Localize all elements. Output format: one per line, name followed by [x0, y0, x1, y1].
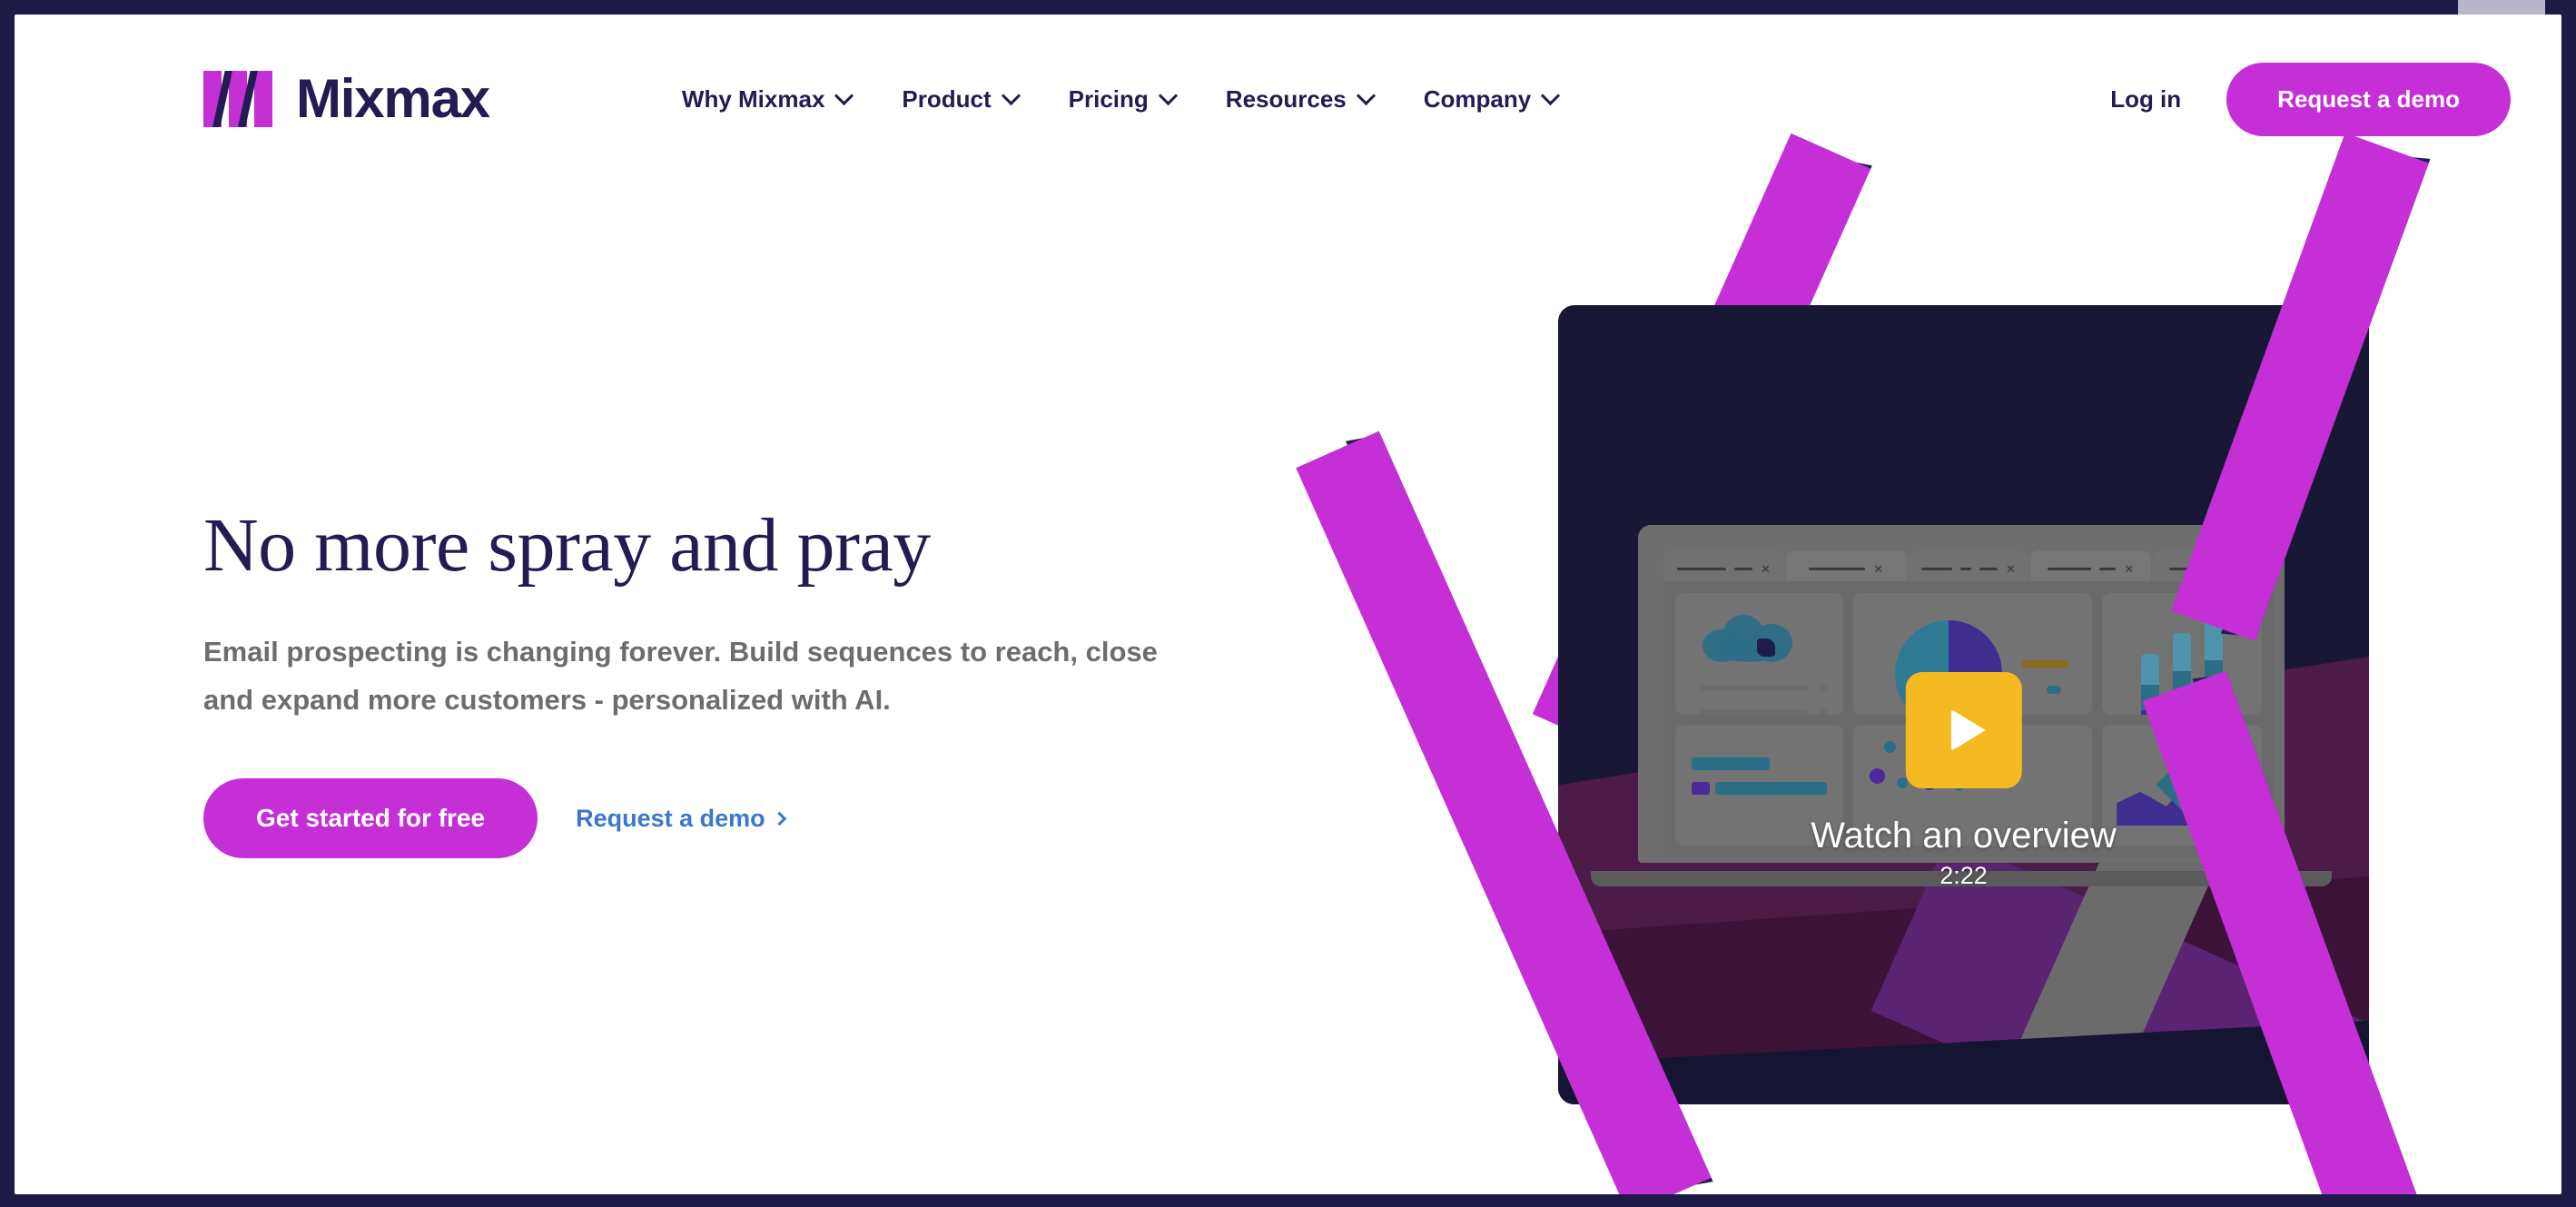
login-link[interactable]: Log in	[2110, 85, 2181, 114]
close-icon: ✕	[1760, 561, 1771, 576]
primary-nav: Why Mixmax Product Pricing Resources Com…	[681, 84, 1561, 114]
nav-item-label: Company	[1423, 84, 1532, 113]
nav-item-pricing[interactable]: Pricing	[1068, 84, 1178, 114]
chevron-right-icon	[772, 811, 786, 826]
brand-name: Mixmax	[296, 68, 490, 129]
nav-item-label: Resources	[1225, 84, 1347, 113]
video-play-overlay: Watch an overview 2:22	[1811, 672, 2117, 890]
close-icon: ✕	[2247, 561, 2258, 576]
nav-item-resources[interactable]: Resources	[1225, 84, 1376, 114]
browser-window-frame: Mixmax Why Mixmax Product Pricing Resour…	[0, 0, 2576, 1207]
chevron-down-icon	[1001, 85, 1021, 105]
salesforce-rows	[1699, 684, 1827, 715]
play-icon	[1950, 709, 1986, 751]
hero-cta-group: Get started for free Request a demo	[203, 778, 1229, 859]
close-icon: ✕	[2006, 561, 2016, 576]
chevron-down-icon	[834, 85, 854, 105]
request-demo-button[interactable]: Request a demo	[2226, 62, 2511, 136]
brand-logo[interactable]: Mixmax	[203, 68, 490, 129]
hero-content: No more spray and pray Email prospecting…	[203, 503, 1229, 859]
nav-item-label: Why Mixmax	[681, 84, 825, 113]
get-started-button[interactable]: Get started for free	[203, 778, 538, 859]
nav-item-product[interactable]: Product	[902, 84, 1021, 114]
play-button[interactable]	[1905, 672, 2022, 788]
decorative-band-navy	[1558, 1011, 2369, 1104]
mini-bar-marker	[2021, 660, 2069, 668]
bar-chart-widget	[2102, 593, 2262, 715]
hero-subtitle: Email prospecting is changing forever. B…	[203, 635, 1158, 717]
chevron-down-icon	[1541, 85, 1561, 105]
nav-item-why-mixmax[interactable]: Why Mixmax	[681, 84, 854, 114]
chevron-down-icon	[1356, 85, 1376, 105]
window-scroll-notch	[2458, 0, 2545, 15]
nav-actions: Log in Request a demo	[2110, 62, 2511, 136]
close-icon: ✕	[1873, 561, 1884, 576]
chevron-down-icon	[1158, 85, 1178, 105]
nav-item-label: Pricing	[1068, 84, 1149, 113]
mixmax-logo-icon	[203, 71, 272, 127]
top-navigation-bar: Mixmax Why Mixmax Product Pricing Resour…	[15, 15, 2561, 183]
area-chart-widget	[2102, 724, 2262, 846]
nav-item-label: Product	[902, 84, 992, 113]
salesforce-cloud-icon	[1701, 611, 1799, 662]
page-title: No more spray and pray	[203, 503, 931, 588]
close-icon: ✕	[2124, 561, 2135, 576]
video-duration: 2:22	[1939, 862, 1988, 889]
nav-item-company[interactable]: Company	[1423, 84, 1561, 114]
request-demo-link[interactable]: Request a demo	[576, 804, 786, 833]
request-demo-link-label: Request a demo	[576, 804, 765, 832]
video-thumbnail-card[interactable]: ✕ ✕ ✕ ✕ ✕ Watch an overview 2:22	[1558, 305, 2369, 1104]
list-icon	[1692, 757, 1827, 806]
page-viewport: Mixmax Why Mixmax Product Pricing Resour…	[15, 15, 2561, 1194]
video-label: Watch an overview	[1811, 816, 2117, 856]
bar-chart-icon	[2141, 617, 2224, 715]
hero-visual: ✕ ✕ ✕ ✕ ✕ Watch an overview 2:22	[1296, 15, 2543, 1194]
